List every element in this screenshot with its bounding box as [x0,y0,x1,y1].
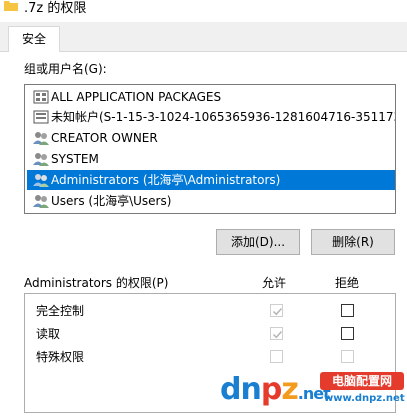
list-item[interactable]: Users (北海亭\Users) [27,191,395,211]
watermark-url: www.dnpz.net [324,393,405,404]
principals-listbox[interactable]: ALL APPLICATION PACKAGES 未知帐户(S-1-15-3-1… [24,84,396,214]
deny-read-checkbox[interactable] [341,327,354,340]
checkmark-icon [272,307,283,316]
unknown-account-icon [33,110,49,124]
title-bar: .7z 的权限 [0,0,407,16]
permission-name: 读取 [36,327,61,341]
allow-special-permissions-checkbox[interactable] [270,350,283,363]
tab-security[interactable]: 安全 [8,26,60,52]
deny-full-control-checkbox[interactable] [341,304,354,317]
allow-column-label: 允许 [262,276,287,290]
users-icon [33,131,49,145]
remove-button[interactable]: 删除(R) [311,229,395,255]
allow-read-checkbox[interactable] [270,327,283,340]
watermark-logo: dnpz.net [220,372,331,407]
deny-special-permissions-checkbox[interactable] [341,350,354,363]
permission-name: 特殊权限 [36,350,85,364]
list-item-label: SYSTEM [51,152,99,166]
permission-name: 完全控制 [36,304,85,318]
list-item-label: Administrators (北海亭\Administrators) [51,173,281,187]
list-item[interactable]: 未知帐户(S-1-15-3-1024-1065365936-1281604716… [27,107,395,127]
allow-full-control-checkbox[interactable] [270,304,283,317]
list-item-selected[interactable]: Administrators (北海亭\Administrators) [27,170,395,190]
list-item[interactable]: SYSTEM [27,149,395,169]
checkmark-icon [272,330,283,339]
group-or-user-names-label: 组或用户名(G): [24,62,107,76]
tab-strip [0,22,407,52]
users-icon [33,173,49,187]
site-watermark: dnpz.net 电脑配置网 www.dnpz.net [220,364,407,416]
list-item-label: CREATOR OWNER [51,131,158,145]
deny-column-label: 拒绝 [335,276,360,290]
list-item-label: ALL APPLICATION PACKAGES [51,90,222,104]
window-title: .7z 的权限 [24,1,87,16]
list-item[interactable]: CREATOR OWNER [27,128,395,148]
users-icon [33,194,49,208]
folder-icon [4,0,18,11]
permissions-header: Administrators 的权限(P) [24,276,169,290]
users-icon [33,152,49,166]
add-button[interactable]: 添加(D)... [216,229,300,255]
list-item[interactable]: ALL APPLICATION PACKAGES [27,87,395,107]
list-item-label: Users (北海亭\Users) [51,194,172,208]
list-item-label: 未知帐户(S-1-15-3-1024-1065365936-1281604716… [51,110,396,124]
watermark-badge: 电脑配置网 [320,372,404,390]
app-package-icon [33,90,49,104]
